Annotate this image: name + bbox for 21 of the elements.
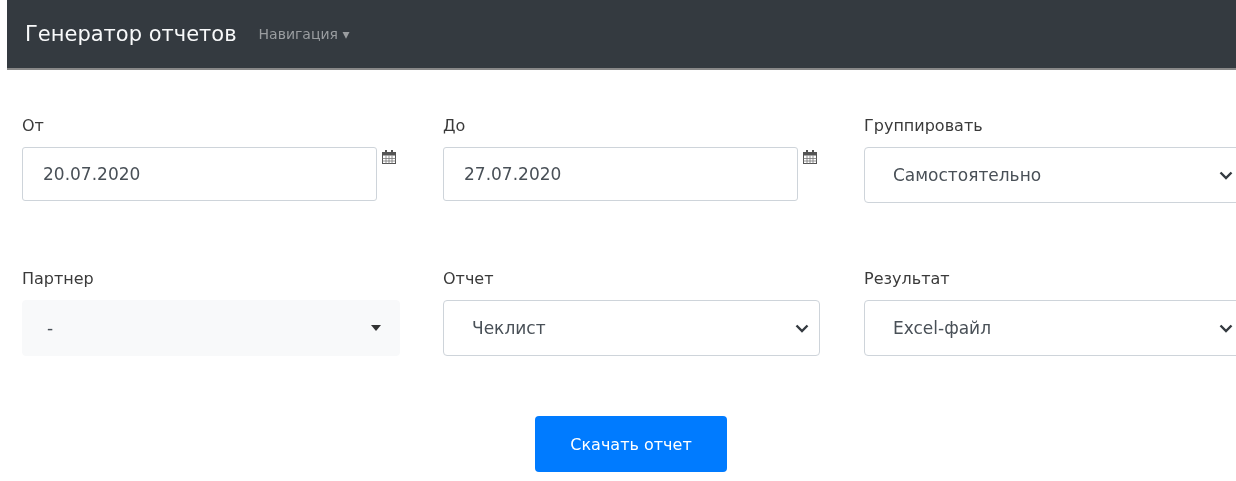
field-label: Отчет bbox=[443, 269, 494, 288]
select-field[interactable]: Самостоятельно bbox=[864, 147, 1236, 203]
dropdown-field[interactable]: - bbox=[22, 300, 400, 356]
field-label: Результат bbox=[864, 269, 950, 288]
field-label: От bbox=[22, 116, 44, 135]
calendar-icon[interactable] bbox=[382, 150, 396, 164]
field-label: Партнер bbox=[22, 269, 94, 288]
date-field[interactable]: 20.07.2020 bbox=[22, 147, 377, 201]
navigation-menu[interactable]: Навигация ▾ bbox=[258, 26, 350, 42]
chevron-down-icon bbox=[1219, 170, 1233, 180]
chevron-down-icon bbox=[795, 323, 809, 333]
select-field[interactable]: Excel-файл bbox=[864, 300, 1236, 356]
select-field[interactable]: Чеклист bbox=[443, 300, 820, 356]
field-label: Группировать bbox=[864, 116, 983, 135]
calendar-icon[interactable] bbox=[803, 150, 817, 164]
date-field[interactable]: 27.07.2020 bbox=[443, 147, 798, 201]
brand-title[interactable]: Генератор отчетов bbox=[25, 22, 237, 46]
chevron-down-icon bbox=[1219, 323, 1233, 333]
download-report-button[interactable]: Скачать отчет bbox=[535, 416, 727, 472]
caret-down-icon bbox=[371, 325, 381, 331]
field-label: До bbox=[443, 116, 466, 135]
